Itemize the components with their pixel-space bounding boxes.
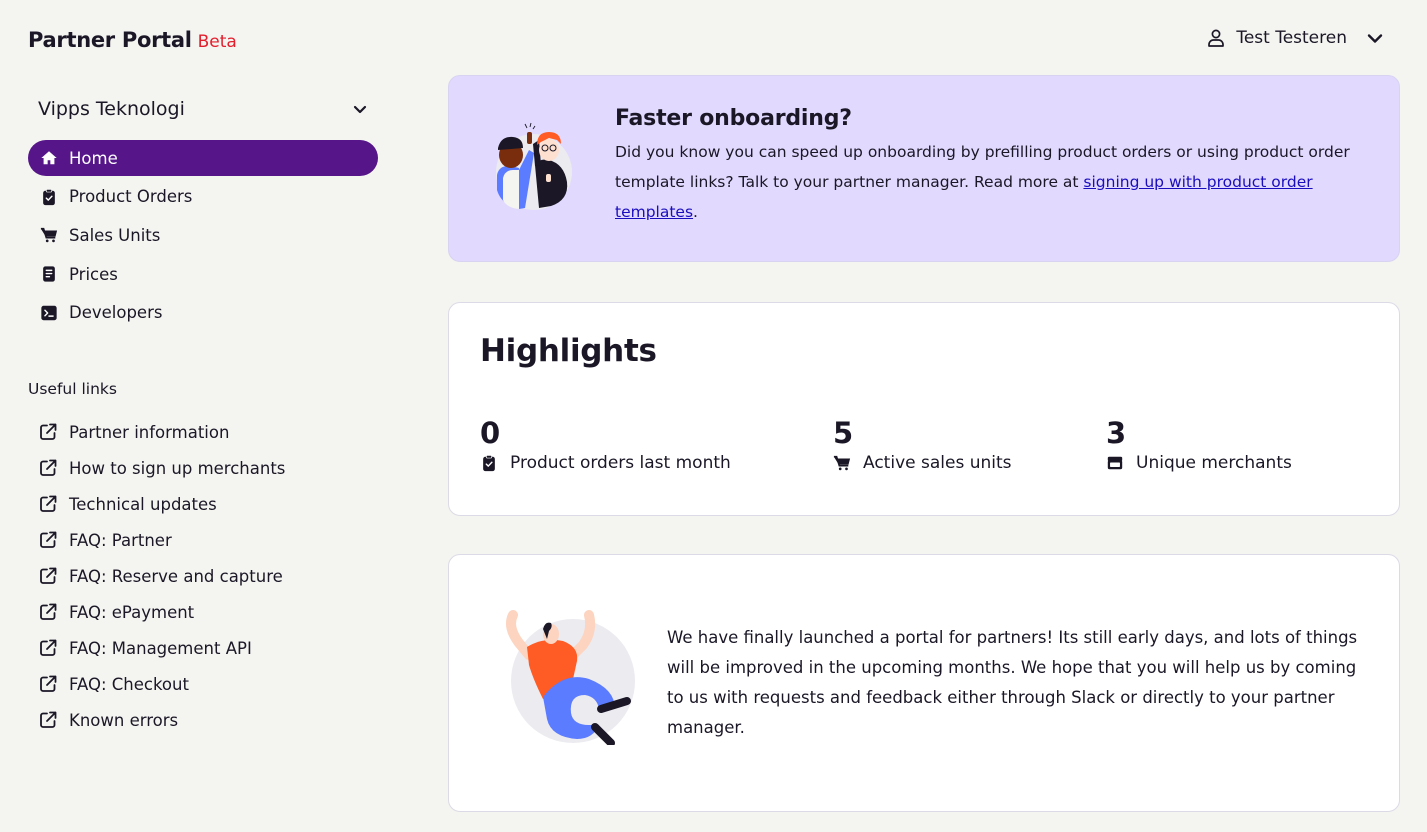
clipboard-check-icon [38,186,59,207]
useful-link-label: Known errors [69,710,179,730]
stat-label: Product orders last month [480,453,731,473]
useful-link[interactable]: FAQ: Reserve and capture [38,558,368,594]
useful-link-label: FAQ: ePayment [69,602,195,622]
external-link-icon [40,423,57,440]
sidebar-item-label: Product Orders [69,187,193,207]
celebrating-person-illustration [506,610,635,745]
user-icon [1208,29,1225,47]
external-link-icon [40,495,57,512]
welcome-message: We have finally launched a portal for pa… [667,628,1358,737]
terminal-icon [38,302,59,323]
chevron-down-icon [1367,34,1383,43]
high-five-illustration [496,122,572,210]
useful-link[interactable]: FAQ: Management API [38,630,368,666]
store-icon [1107,456,1123,470]
brand-title: Partner Portal [28,28,192,52]
user-name: Test Testeren [1236,28,1347,48]
stat-value: 3 [1106,416,1127,450]
promo-title: Faster onboarding? [615,106,852,131]
useful-link-label: FAQ: Reserve and capture [69,566,283,586]
highlights-title: Highlights [480,333,657,369]
sidebar-item-label: Sales Units [69,225,161,245]
sidebar-nav: Home Product Orders Sales Units Prices D… [28,140,378,333]
stat-label: Unique merchants [1106,453,1292,473]
user-menu[interactable]: Test Testeren [1206,24,1385,52]
cart-icon [833,455,851,471]
useful-link[interactable]: Technical updates [38,486,368,522]
useful-links-heading: Useful links [28,380,117,398]
useful-links-list: Partner information How to sign up merch… [38,414,368,738]
clipboard-check-icon [483,454,495,472]
useful-link[interactable]: FAQ: Checkout [38,666,368,702]
sidebar-item-developers[interactable]: Developers [28,295,378,331]
useful-link-label: How to sign up merchants [69,458,286,478]
organization-name: Vipps Teknologi [38,98,185,120]
welcome-card: We have finally launched a portal for pa… [448,554,1400,812]
external-link-icon [40,639,57,656]
stat-label-text: Active sales units [863,453,1012,473]
external-link-icon [40,459,57,476]
external-link-icon [40,531,57,548]
useful-link-label: Partner information [69,422,230,442]
promo-body-end: . [693,203,698,221]
useful-link[interactable]: FAQ: ePayment [38,594,368,630]
stat-label-text: Product orders last month [510,453,731,473]
external-link-icon [40,711,57,728]
useful-link[interactable]: Known errors [38,702,368,738]
useful-link-label: FAQ: Management API [69,638,252,658]
useful-link-label: Technical updates [69,494,217,514]
brand: Partner Portal Beta [28,28,237,52]
sidebar-item-prices[interactable]: Prices [28,256,378,292]
stat-unique-merchants: 3 Unique merchants [1106,415,1292,473]
chevron-down-icon [353,105,367,114]
cart-icon [38,225,59,246]
useful-link-label: FAQ: Checkout [69,674,189,694]
sidebar-item-sales-units[interactable]: Sales Units [28,217,378,253]
useful-link[interactable]: How to sign up merchants [38,450,368,486]
useful-link-label: FAQ: Partner [69,530,172,550]
organization-selector[interactable]: Vipps Teknologi [38,94,368,124]
home-icon [38,148,59,169]
promo-body: Did you know you can speed up onboarding… [615,137,1385,227]
useful-link[interactable]: Partner information [38,414,368,450]
external-link-icon [40,675,57,692]
stat-label: Active sales units [833,453,1012,473]
beta-badge: Beta [197,32,237,52]
document-icon [38,264,59,285]
stat-value: 0 [480,416,501,450]
sidebar-item-home[interactable]: Home [28,140,378,176]
stat-product-orders: 0 Product orders last month [480,415,731,473]
useful-link[interactable]: FAQ: Partner [38,522,368,558]
sidebar-item-label: Home [69,148,118,168]
stat-value: 5 [833,416,854,450]
stat-label-text: Unique merchants [1136,453,1292,473]
stat-active-sales-units: 5 Active sales units [833,415,1012,473]
external-link-icon [40,567,57,584]
sidebar-item-product-orders[interactable]: Product Orders [28,179,378,215]
sidebar-item-label: Prices [69,264,118,284]
sidebar-item-label: Developers [69,303,163,323]
promo-text: Faster onboarding? Did you know you can … [615,106,1385,227]
onboarding-promo-card: Faster onboarding? Did you know you can … [448,75,1400,262]
external-link-icon [40,603,57,620]
highlights-card: Highlights 0 Product orders last month 5… [448,302,1400,516]
